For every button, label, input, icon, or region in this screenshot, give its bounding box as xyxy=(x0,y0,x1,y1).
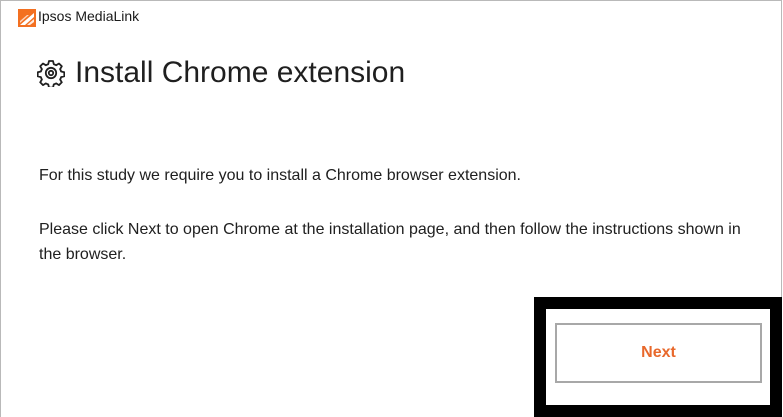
page-heading: Install Chrome extension xyxy=(37,53,405,93)
instructions-paragraph: Please click Next to open Chrome at the … xyxy=(39,221,741,263)
app-title: Ipsos MediaLink xyxy=(38,8,140,24)
next-button[interactable]: Next xyxy=(555,323,762,383)
gear-icon xyxy=(37,60,65,87)
ipsos-logo-icon xyxy=(18,9,36,27)
intro-paragraph: For this study we require you to install… xyxy=(39,167,521,184)
title-bar: Ipsos MediaLink xyxy=(1,1,781,33)
page-title: Install Chrome extension xyxy=(75,56,406,89)
